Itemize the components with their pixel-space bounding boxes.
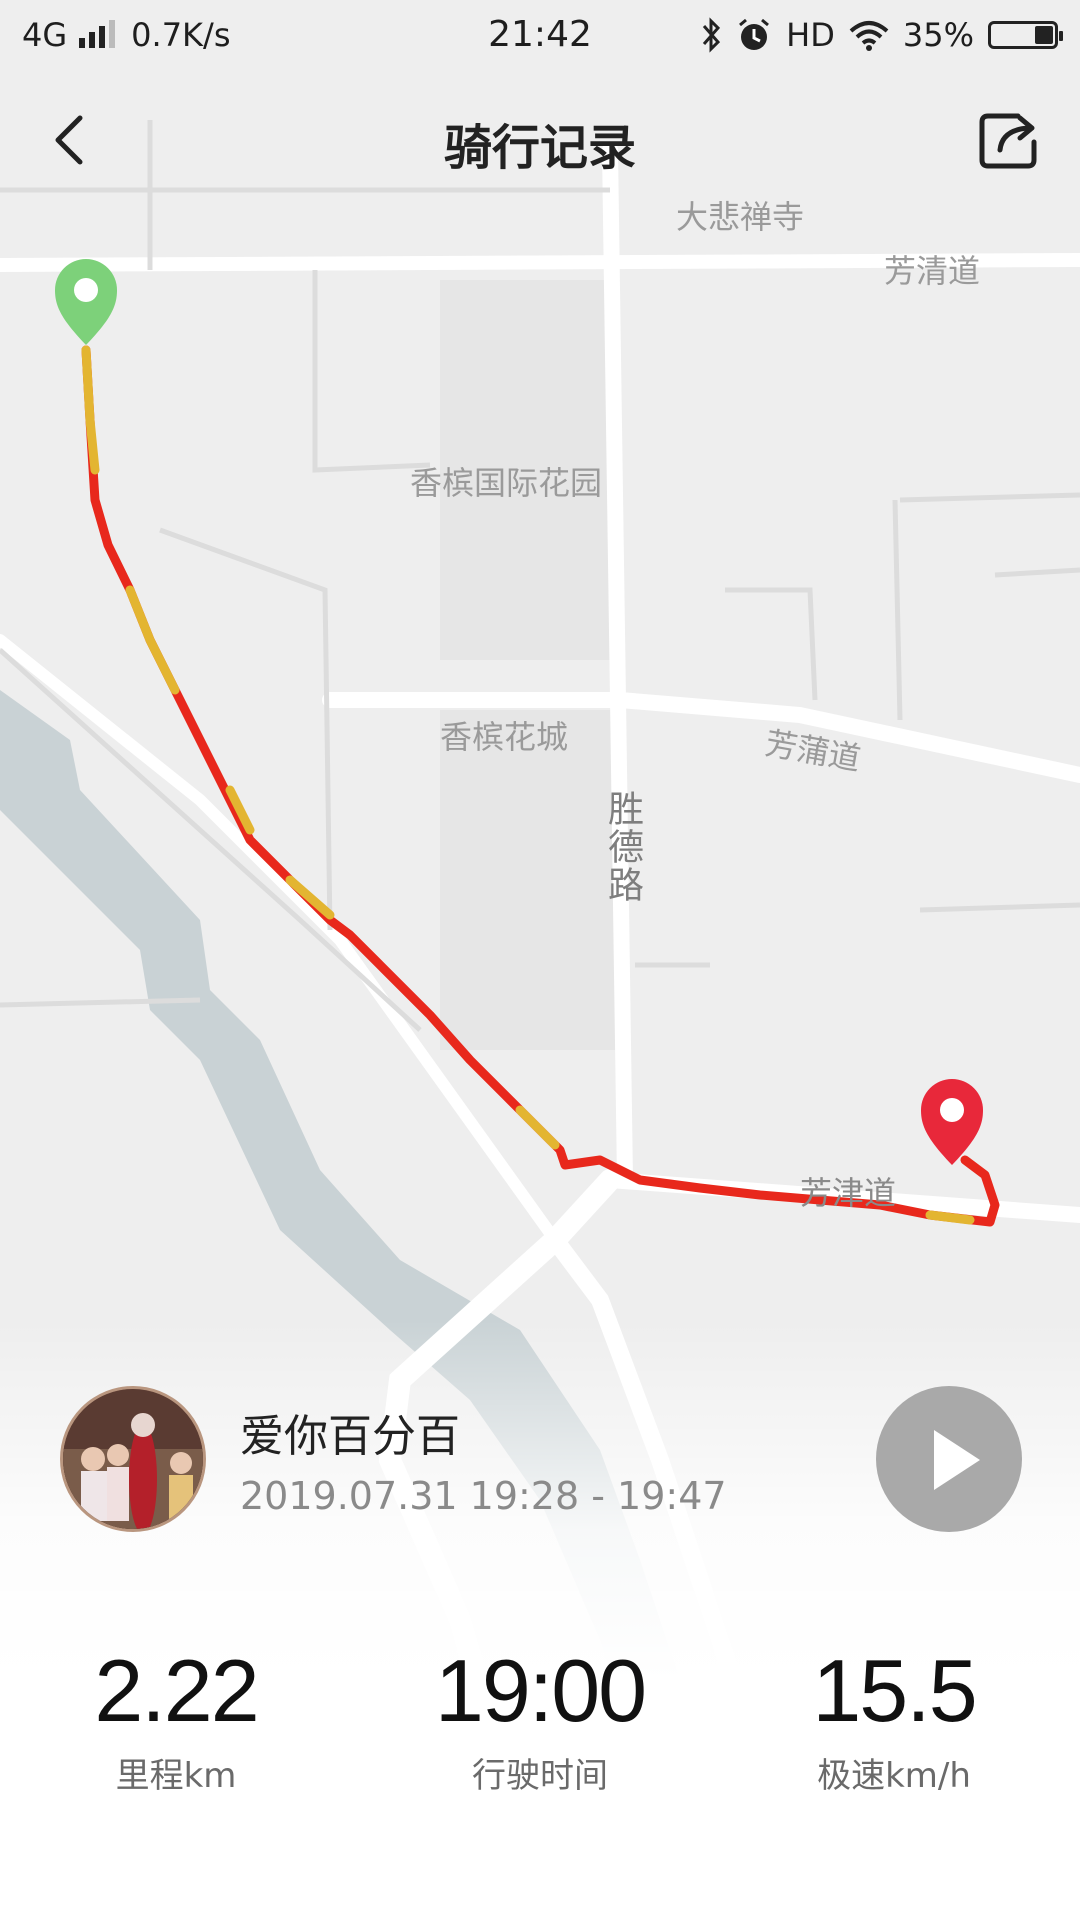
play-button[interactable] (876, 1386, 1022, 1532)
ride-record-screen: 大悲禅寺 芳清道 香槟国际花园 香槟花城 芳蒲道 胜德路 芳津道 乡道 4G 0… (0, 0, 1080, 1920)
start-pin-icon (55, 259, 117, 345)
distance-value: 2.22 (94, 1641, 259, 1740)
song-cover-avatar[interactable] (60, 1386, 206, 1532)
status-bar: 4G 0.7K/s 21:42 HD 35% (0, 0, 1080, 72)
max-speed-value: 15.5 (812, 1641, 977, 1740)
bluetooth-icon (703, 17, 721, 53)
end-pin-icon (921, 1079, 983, 1165)
max-speed-label: 极速km/h (817, 1756, 971, 1796)
max-speed-stat: 15.5 极速km/h (744, 1640, 1044, 1797)
song-title: 爱你百分百 (240, 1411, 460, 1462)
page-title: 骑行记录 (443, 120, 636, 176)
share-icon[interactable] (978, 110, 1040, 172)
top-nav: 骑行记录 (0, 90, 1080, 190)
map-label-garden: 香槟国际花园 (410, 464, 603, 502)
battery-percent: 35% (902, 16, 974, 54)
hd-indicator: HD (786, 16, 835, 54)
duration-label: 行驶时间 (472, 1756, 608, 1796)
map-label-fangjin-road: 芳津道 (800, 1174, 897, 1212)
wifi-icon (849, 21, 889, 51)
duration-value: 19:00 (434, 1641, 647, 1740)
map-label-temple: 大悲禅寺 (676, 198, 805, 236)
map-label-shengde-road: 胜德路 (602, 790, 643, 904)
cover-image-icon (63, 1389, 203, 1529)
ride-time-range: 2019.07.31 19:28 - 19:47 (240, 1474, 727, 1518)
distance-label: 里程km (115, 1756, 237, 1796)
distance-stat: 2.22 里程km (26, 1640, 326, 1797)
play-icon (934, 1430, 980, 1490)
duration-stat: 19:00 行驶时间 (390, 1640, 690, 1797)
alarm-icon (739, 18, 770, 50)
battery-icon (988, 21, 1063, 49)
map-label-fangqing-road: 芳清道 (884, 252, 981, 290)
map-label-city: 香槟花城 (440, 718, 569, 756)
